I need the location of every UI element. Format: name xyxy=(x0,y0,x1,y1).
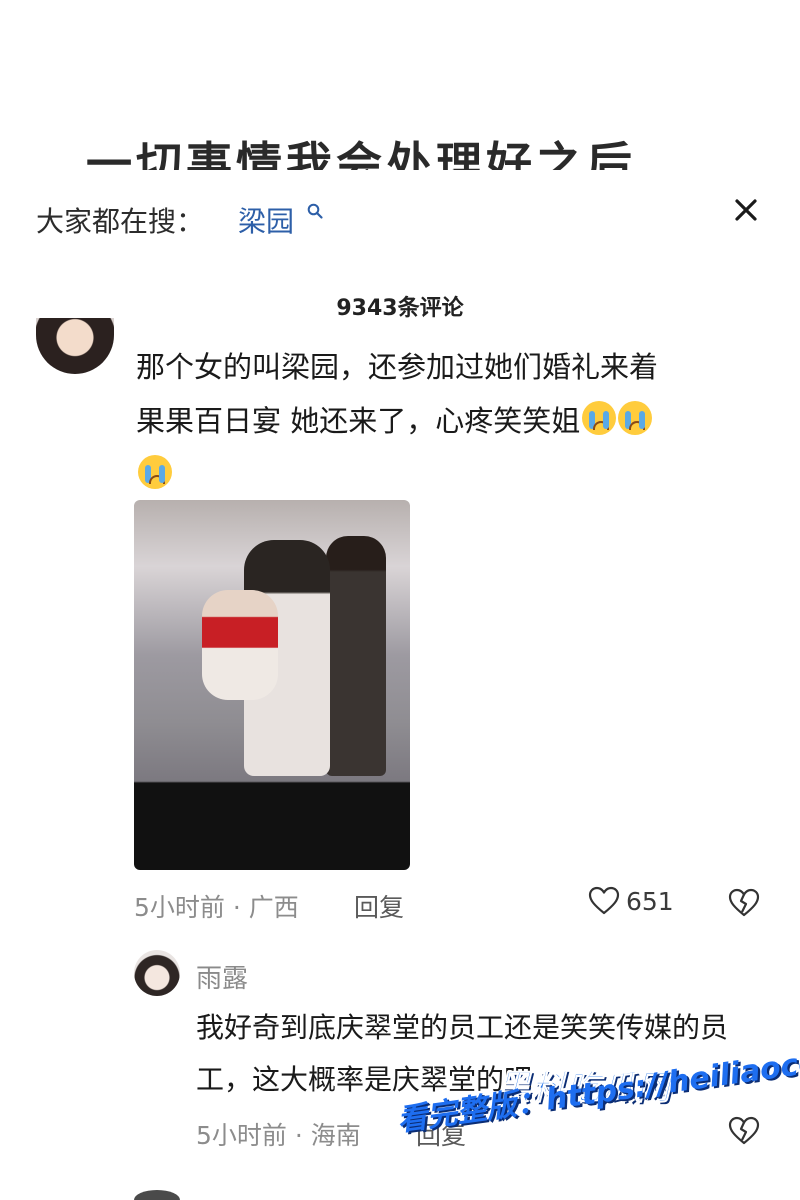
headline-text: 一切事情我会处理好之后 xyxy=(86,137,636,170)
comment-overlay-page: 一切事情我会处理好之后 大家都在搜： 梁园 9343条评论 那个女的叫梁园，还参… xyxy=(0,0,800,1200)
broken-heart-icon[interactable] xyxy=(728,1116,760,1146)
reply-time-location: 5小时前 · 海南 xyxy=(196,1121,361,1150)
heart-icon xyxy=(588,886,620,915)
search-suggestion-term[interactable]: 梁园 xyxy=(238,200,294,240)
photo-figure xyxy=(326,536,386,776)
search-suggestion-prefix: 大家都在搜： xyxy=(36,205,205,238)
like-button[interactable]: 651 xyxy=(588,886,674,916)
crying-face-emoji-icon xyxy=(618,401,653,435)
reply-button[interactable]: 回复 xyxy=(354,888,404,924)
close-icon[interactable] xyxy=(730,194,762,226)
search-suggestion-bar[interactable]: 大家都在搜： 梁园 xyxy=(0,186,800,256)
photo-figure xyxy=(202,590,278,700)
comment-text: 那个女的叫梁园，还参加过她们婚礼来着 果果百日宴 她还来了，心疼笑笑姐 xyxy=(136,340,746,502)
crying-face-emoji-icon xyxy=(138,455,172,489)
comment-count: 9343条评论 xyxy=(336,296,464,321)
like-count: 651 xyxy=(626,886,674,916)
crying-face-emoji-icon xyxy=(582,401,617,435)
avatar[interactable] xyxy=(36,318,114,374)
next-comment-avatar[interactable] xyxy=(134,1190,180,1200)
comment-text-line1: 那个女的叫梁园，还参加过她们婚礼来着 xyxy=(136,350,659,384)
comment-time-location: 5小时前 · 广西 xyxy=(134,893,299,922)
broken-heart-icon[interactable] xyxy=(728,888,760,918)
comment-text-line2: 果果百日宴 她还来了，心疼笑笑姐 xyxy=(136,404,581,438)
comment-photo[interactable] xyxy=(134,500,410,870)
video-headline: 一切事情我会处理好之后 xyxy=(86,118,726,170)
reply-avatar[interactable] xyxy=(134,950,180,996)
reply-author[interactable]: 雨露 xyxy=(196,958,248,995)
search-icon[interactable] xyxy=(306,202,324,220)
